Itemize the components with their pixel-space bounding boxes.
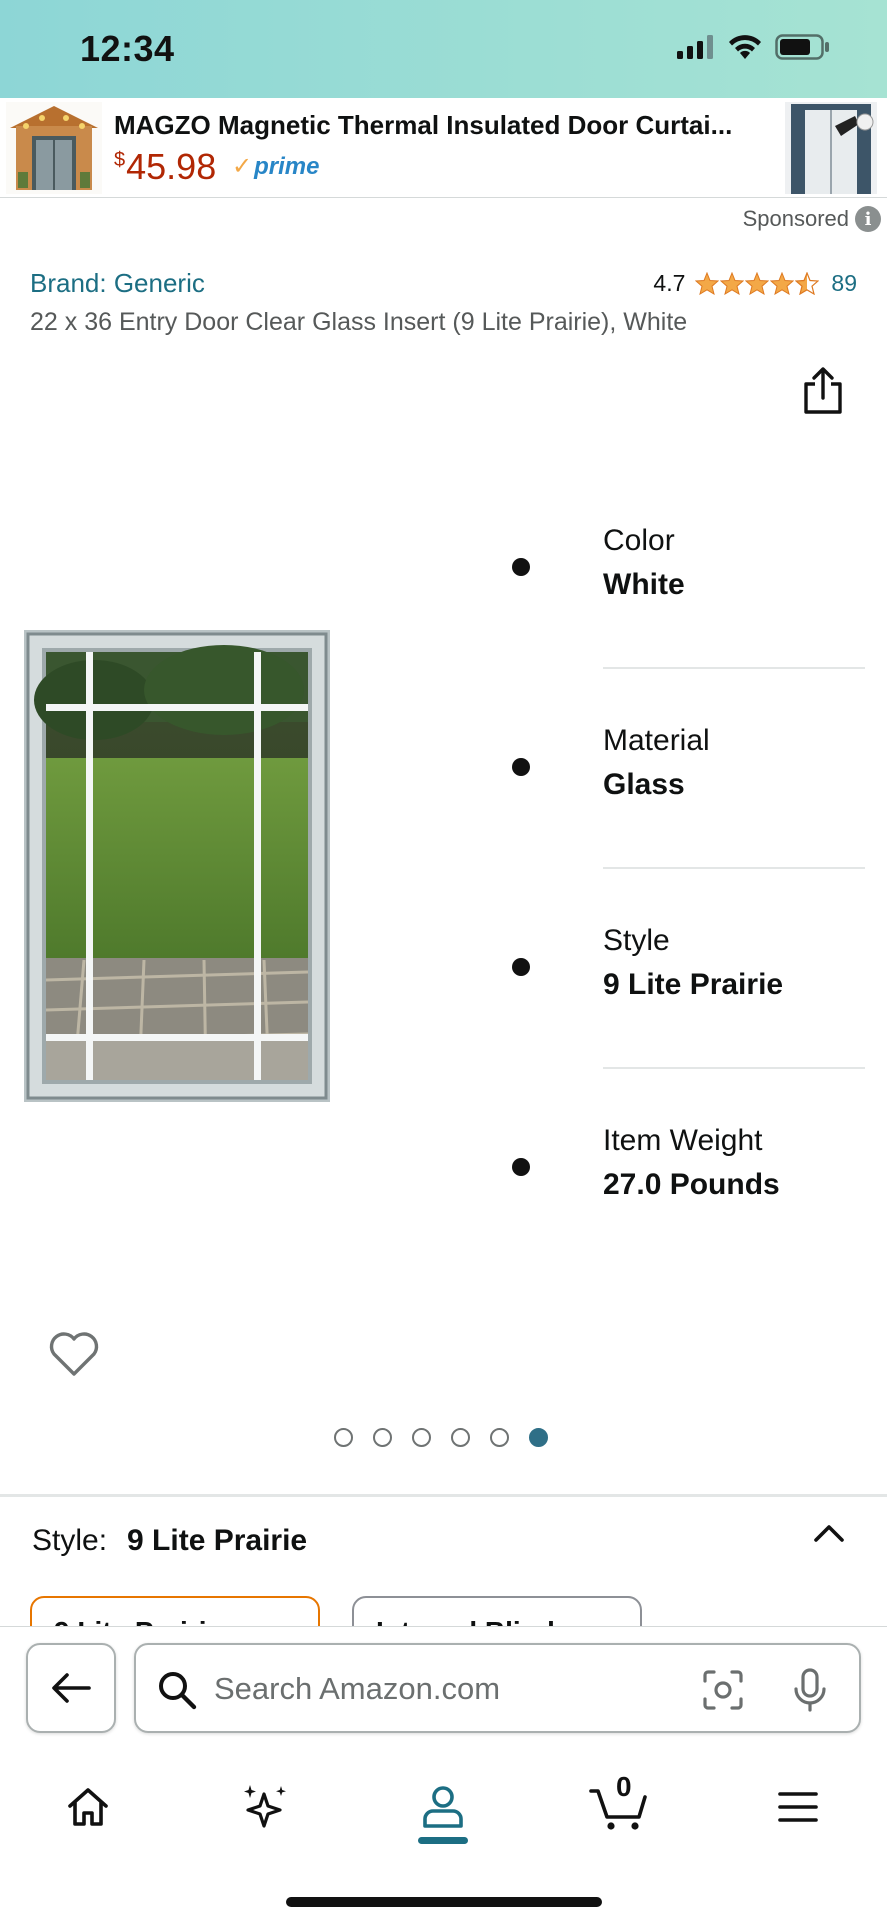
spec-label: Style	[603, 924, 670, 957]
carousel-dot[interactable]	[373, 1428, 392, 1447]
carousel-dot[interactable]	[451, 1428, 470, 1447]
ad-door-thumbnail	[785, 102, 877, 194]
star-icon	[745, 272, 770, 295]
spec-bullet	[512, 758, 530, 776]
bottom-bar: 0	[0, 1626, 887, 1920]
style-label: Style:	[32, 1524, 108, 1557]
sparkle-icon	[244, 1785, 286, 1828]
style-selector-header[interactable]: Style: 9 Lite Prairie	[32, 1524, 307, 1558]
arrow-left-icon	[52, 1673, 91, 1703]
sponsored-label[interactable]: Sponsored i	[743, 206, 881, 232]
prime-check-icon: ✓	[232, 153, 253, 180]
home-icon	[68, 1788, 108, 1826]
heart-icon[interactable]	[48, 1330, 100, 1378]
search-bar[interactable]	[134, 1643, 861, 1733]
status-bar: 12:34	[0, 0, 887, 98]
product-image[interactable]	[24, 630, 330, 1102]
carousel-dot[interactable]	[490, 1428, 509, 1447]
search-input[interactable]	[214, 1665, 614, 1713]
spec-value: Glass	[603, 768, 685, 801]
microphone-icon[interactable]	[792, 1667, 828, 1713]
nav-home[interactable]	[48, 1767, 128, 1847]
spec-label: Material	[603, 724, 710, 757]
spec-label: Color	[603, 524, 675, 557]
spec-value: 9 Lite Prairie	[603, 968, 784, 1001]
spec-divider	[603, 867, 865, 869]
rating-count[interactable]: 89	[831, 270, 857, 297]
ad-price-amount: 45.98	[126, 146, 217, 187]
home-indicator	[286, 1897, 602, 1907]
spec-bullet	[512, 958, 530, 976]
sponsored-ad-banner[interactable]: MAGZO Magnetic Thermal Insulated Door Cu…	[0, 98, 887, 198]
spec-value: 27.0 Pounds	[603, 1168, 780, 1201]
spec-value: White	[603, 568, 685, 601]
prime-label: prime	[254, 153, 320, 180]
star-icon	[695, 272, 720, 295]
battery-icon	[775, 34, 829, 60]
spec-label: Item Weight	[603, 1124, 763, 1157]
chevron-up-icon[interactable]	[812, 1522, 846, 1544]
nav-sparkle[interactable]	[225, 1767, 305, 1847]
camera-scan-icon[interactable]	[702, 1669, 744, 1711]
prime-badge: ✓prime	[232, 152, 319, 181]
rating-summary[interactable]: 4.7 89	[653, 270, 857, 297]
status-icons	[677, 34, 831, 60]
sponsored-text: Sponsored	[742, 206, 849, 231]
product-title: 22 x 36 Entry Door Clear Glass Insert (9…	[30, 308, 688, 336]
star-icon	[720, 272, 745, 295]
style-value: 9 Lite Prairie	[127, 1524, 308, 1557]
search-icon	[159, 1672, 197, 1710]
carousel-dots	[334, 1428, 548, 1447]
star-rating	[695, 272, 820, 295]
account-icon	[423, 1786, 463, 1828]
spec-bullet	[512, 558, 530, 576]
ad-product-thumbnail	[6, 102, 102, 194]
back-button[interactable]	[26, 1643, 116, 1733]
wifi-icon	[729, 35, 761, 59]
section-divider	[0, 1494, 887, 1497]
nav-account[interactable]	[403, 1767, 483, 1847]
carousel-dot[interactable]	[334, 1428, 353, 1447]
cellular-signal-icon	[677, 35, 713, 59]
ad-price-currency: $	[114, 149, 126, 171]
spec-bullet	[512, 1158, 530, 1176]
menu-icon	[778, 1792, 818, 1822]
share-icon[interactable]	[800, 366, 846, 416]
carousel-dot-active[interactable]	[529, 1428, 548, 1447]
rating-value: 4.7	[653, 270, 686, 296]
spec-divider	[603, 1067, 865, 1069]
nav-menu[interactable]	[758, 1767, 838, 1847]
cart-count: 0	[616, 1771, 632, 1802]
info-icon[interactable]: i	[855, 206, 881, 232]
active-tab-indicator	[418, 1837, 468, 1844]
ad-price: $45.98	[114, 146, 216, 188]
star-icon	[770, 272, 795, 295]
status-time: 12:34	[80, 28, 175, 69]
brand-link[interactable]: Brand: Generic	[30, 268, 205, 299]
carousel-dot[interactable]	[412, 1428, 431, 1447]
ad-title[interactable]: MAGZO Magnetic Thermal Insulated Door Cu…	[114, 110, 764, 141]
spec-divider	[603, 667, 865, 669]
half-star-icon	[795, 272, 820, 295]
nav-cart[interactable]: 0	[580, 1767, 660, 1847]
